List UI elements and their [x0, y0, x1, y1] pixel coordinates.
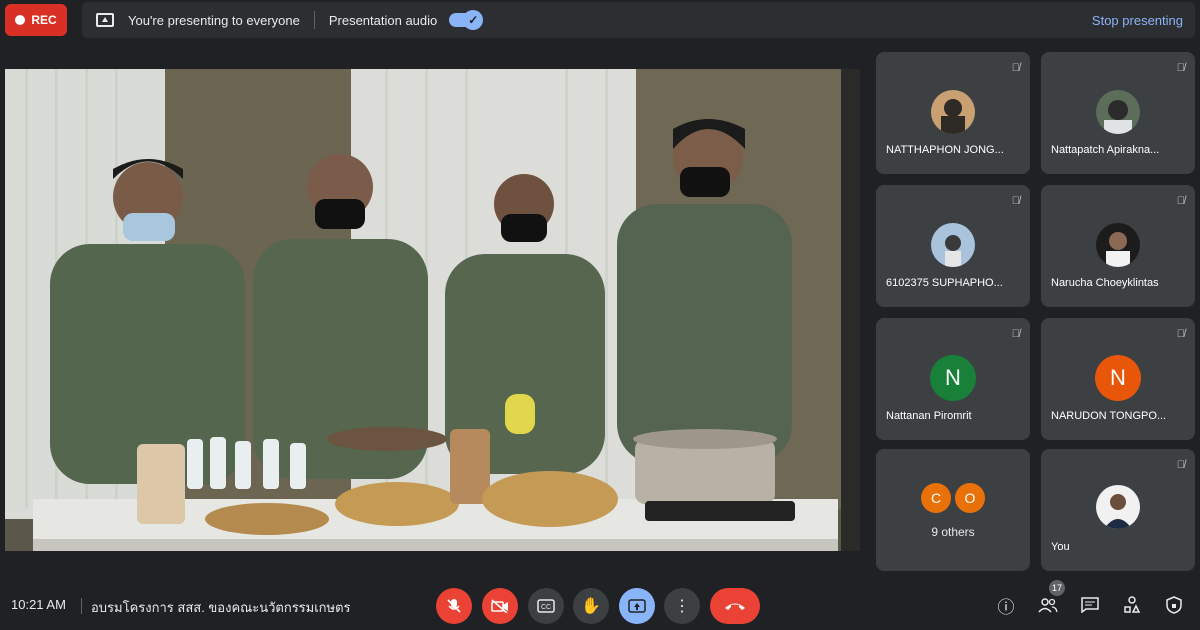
avatar	[1096, 90, 1140, 134]
participant-tile[interactable]: 🎙̸ Nattapatch Apiraknа...	[1041, 52, 1195, 174]
avatar-photo	[1096, 223, 1140, 267]
presentation-audio-label: Presentation audio	[328, 12, 438, 28]
camera-off-icon-glyph	[491, 599, 508, 613]
presenting-banner: You're presenting to everyone Presentati…	[82, 2, 1195, 38]
captions-icon[interactable]: CC	[528, 588, 564, 624]
avatar-photo	[931, 223, 975, 267]
stop-presenting-button[interactable]: Stop presenting	[1092, 13, 1183, 28]
record-dot-icon	[15, 15, 26, 25]
host-controls-icon[interactable]	[1161, 592, 1187, 618]
others-tile[interactable]: C O 9 others	[876, 449, 1030, 571]
more-icon[interactable]: ⋮	[664, 588, 700, 624]
activities-icon[interactable]	[1119, 592, 1145, 618]
captions-icon-glyph: CC	[537, 599, 555, 613]
avatar: O	[955, 483, 985, 513]
divider	[81, 598, 82, 614]
mic-off-icon-glyph	[447, 599, 461, 613]
avatar: N	[1095, 355, 1141, 401]
recording-indicator[interactable]: REC	[5, 4, 67, 36]
mic-off-icon: 🎙̸	[1176, 328, 1185, 340]
participant-name: NATTHAPHON JONG...	[886, 144, 1004, 156]
participant-tile[interactable]: 🎙̸ Narucha Choeyklintas	[1041, 185, 1195, 307]
participant-name: NARUDON TONGPO...	[1051, 410, 1167, 422]
participant-name: Nattapatch Apiraknа...	[1051, 144, 1160, 156]
present-icon-glyph	[628, 599, 646, 613]
info-icon[interactable]: ⓘ	[993, 592, 1019, 618]
participant-name: Nattanan Piromrit	[886, 410, 972, 422]
avatar-photo	[1096, 485, 1140, 529]
activities-icon-glyph	[1124, 596, 1141, 613]
participant-name: You	[1051, 541, 1070, 553]
avatar	[931, 223, 975, 267]
avatar	[1096, 223, 1140, 267]
rec-label: REC	[31, 13, 57, 27]
host-controls-icon-glyph	[1166, 596, 1182, 614]
mic-off-icon: 🎙̸	[1176, 195, 1185, 207]
presentation-audio-toggle[interactable]: ✓	[449, 10, 484, 30]
meeting-title: อบรมโครงการ สสส. ของคณะนวัตกรรมเกษตร	[91, 600, 351, 615]
bottom-bar: 10:21 AM อบรมโครงการ สสส. ของคณะนวัตกรรม…	[0, 580, 1200, 630]
end-call-icon-glyph	[725, 603, 745, 610]
raise-hand-icon[interactable]: ✋	[573, 588, 609, 624]
avatar	[931, 90, 975, 134]
avatar: N	[930, 355, 976, 401]
present-screen-icon	[96, 13, 114, 27]
present-icon[interactable]	[619, 588, 655, 624]
avatar-photo	[931, 90, 975, 134]
mic-off-icon: 🎙̸	[1011, 195, 1020, 207]
self-tile[interactable]: 🎙̸ You	[1041, 449, 1195, 571]
mic-off-icon[interactable]	[436, 588, 472, 624]
participant-tile[interactable]: 🎙̸ 6102375 SUPHAPHO...	[876, 185, 1030, 307]
participant-name: Narucha Choeyklintas	[1051, 277, 1159, 289]
avatar-photo	[1096, 90, 1140, 134]
divider	[313, 11, 315, 29]
mic-off-icon: 🎙̸	[1176, 62, 1185, 74]
clock: 10:21 AM	[11, 597, 66, 612]
camera-off-icon[interactable]	[482, 588, 518, 624]
people-icon-glyph	[1038, 598, 1058, 613]
others-count: 9 others	[931, 525, 975, 539]
avatar: C	[921, 483, 951, 513]
mic-off-icon: 🎙̸	[1176, 459, 1185, 471]
mic-off-icon: 🎙̸	[1011, 328, 1020, 340]
participant-count-badge: 17	[1049, 580, 1065, 596]
video-scene	[5, 69, 860, 551]
avatar	[1096, 485, 1140, 529]
chat-icon[interactable]	[1077, 592, 1103, 618]
mic-off-icon: 🎙̸	[1011, 62, 1020, 74]
others-avatars: C O	[876, 483, 1030, 513]
participant-tile[interactable]: 🎙̸ N Nattanan Piromrit	[876, 318, 1030, 440]
check-icon: ✓	[463, 10, 484, 30]
shared-video	[5, 69, 860, 551]
participant-tile[interactable]: 🎙̸ NATTHAPHON JONG...	[876, 52, 1030, 174]
end-call-icon[interactable]	[710, 588, 760, 624]
participant-tile[interactable]: 🎙̸ N NARUDON TONGPO...	[1041, 318, 1195, 440]
presenting-text: You're presenting to everyone	[128, 12, 300, 28]
participant-name: 6102375 SUPHAPHO...	[886, 277, 1003, 289]
chat-icon-glyph	[1081, 597, 1099, 613]
svg-text:CC: CC	[541, 604, 551, 611]
